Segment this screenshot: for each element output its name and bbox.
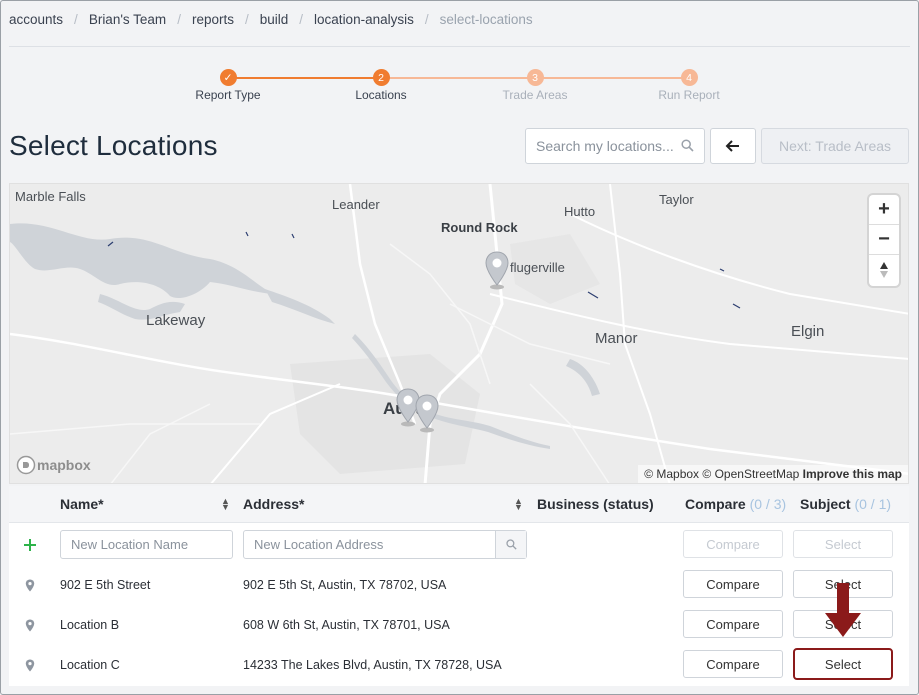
check-icon: ✓ xyxy=(219,69,237,86)
address-placeholder: New Location Address xyxy=(254,537,384,552)
mapbox-logo[interactable]: mapbox xyxy=(16,455,91,475)
breadcrumb-separator: / xyxy=(299,12,304,27)
breadcrumb-separator: / xyxy=(424,12,429,27)
step-label: Locations xyxy=(355,88,407,102)
step-report-type[interactable]: ✓ Report Type xyxy=(168,69,288,102)
step-label: Run Report xyxy=(658,88,720,102)
search-icon[interactable] xyxy=(681,139,694,157)
step-trade-areas: 3 Trade Areas xyxy=(475,69,595,102)
location-name: Location B xyxy=(60,618,120,632)
mapbox-logo-text: mapbox xyxy=(37,457,91,473)
location-address: 902 E 5th St, Austin, TX 78702, USA xyxy=(243,578,447,592)
table-row: Location B 608 W 6th St, Austin, TX 7870… xyxy=(9,605,909,645)
header-divider xyxy=(9,46,910,47)
compare-button[interactable]: Compare xyxy=(683,570,783,598)
column-header-business: Business (status) xyxy=(537,496,654,512)
step-run-report: 4 Run Report xyxy=(629,69,749,102)
compass-icon[interactable] xyxy=(869,255,899,285)
page-title: Select Locations xyxy=(9,130,218,161)
sort-icon[interactable]: ▲ ▼ xyxy=(221,497,230,512)
attribution-mapbox[interactable]: © Mapbox xyxy=(644,467,699,481)
sort-icon[interactable]: ▲ ▼ xyxy=(514,497,523,512)
map-pin-icon[interactable] xyxy=(484,250,510,290)
breadcrumb-build[interactable]: build xyxy=(260,12,289,27)
breadcrumb-accounts[interactable]: accounts xyxy=(9,12,63,27)
column-header-name[interactable]: Name* xyxy=(60,496,104,512)
zoom-in-button[interactable]: + xyxy=(869,195,899,225)
location-pin-icon xyxy=(25,645,35,685)
annotation-arrow-icon xyxy=(825,583,861,637)
step-number: 2 xyxy=(372,69,390,86)
map-label-hutto: Hutto xyxy=(564,204,596,219)
map-label-lakeway: Lakeway xyxy=(146,312,206,329)
attribution-osm[interactable]: © OpenStreetMap xyxy=(702,467,799,481)
locations-table: Name* ▲ ▼ Address* ▲ ▼ Business (status) C… xyxy=(9,486,909,686)
breadcrumb-separator: / xyxy=(74,12,78,27)
zoom-out-button[interactable]: − xyxy=(869,225,899,255)
breadcrumb-separator: / xyxy=(177,12,181,27)
select-button-highlighted[interactable]: Select xyxy=(793,648,893,680)
search-input[interactable] xyxy=(526,129,676,163)
map-label-marble-falls: Marble Falls xyxy=(15,189,86,204)
compare-button[interactable]: Compare xyxy=(683,610,783,638)
breadcrumb-reports[interactable]: reports xyxy=(192,12,234,27)
compare-button-disabled[interactable]: Compare xyxy=(683,530,783,558)
new-location-row: New Location Name New Location Address C… xyxy=(9,525,909,565)
column-header-compare: Compare (0 / 3) xyxy=(685,496,786,512)
search-icon[interactable] xyxy=(495,531,526,558)
map-zoom-controls: + − xyxy=(869,195,899,286)
map-label-leander: Leander xyxy=(332,197,380,212)
map-label-round-rock: Round Rock xyxy=(441,220,518,235)
step-number: 3 xyxy=(526,69,544,86)
map-label-elgin: Elgin xyxy=(791,323,825,340)
map-view[interactable]: Marble Falls Leander Taylor Round Rock H… xyxy=(9,183,909,484)
breadcrumb-current: select-locations xyxy=(439,12,533,27)
map-pin-icon[interactable] xyxy=(414,393,440,433)
location-name: Location C xyxy=(60,658,120,672)
breadcrumb: accounts / Brian's Team / reports / buil… xyxy=(9,12,533,27)
add-icon[interactable] xyxy=(23,525,37,565)
back-button[interactable] xyxy=(710,128,756,164)
improve-map-link[interactable]: Improve this map xyxy=(803,467,902,481)
wizard-stepper: ✓ Report Type 2 Locations 3 Trade Areas … xyxy=(0,66,919,106)
new-location-name-input[interactable]: New Location Name xyxy=(60,530,233,559)
breadcrumb-team[interactable]: Brian's Team xyxy=(89,12,166,27)
location-pin-icon xyxy=(25,565,35,605)
subject-count: (0 / 1) xyxy=(854,496,892,512)
map-attribution: © Mapbox © OpenStreetMap Improve this ma… xyxy=(638,465,908,483)
select-button-disabled[interactable]: Select xyxy=(793,530,893,558)
step-label: Trade Areas xyxy=(502,88,568,102)
step-label: Report Type xyxy=(195,88,261,102)
new-location-address-input[interactable]: New Location Address xyxy=(243,530,527,559)
location-address: 608 W 6th St, Austin, TX 78701, USA xyxy=(243,618,450,632)
table-header: Name* ▲ ▼ Address* ▲ ▼ Business (status) C… xyxy=(9,486,909,523)
location-name: 902 E 5th Street xyxy=(60,578,151,592)
table-row: 902 E 5th Street 902 E 5th St, Austin, T… xyxy=(9,565,909,605)
step-locations[interactable]: 2 Locations xyxy=(321,69,441,102)
table-row: Location C 14233 The Lakes Blvd, Austin,… xyxy=(9,645,909,685)
location-search xyxy=(525,128,705,164)
map-label-taylor: Taylor xyxy=(659,192,694,207)
compare-count: (0 / 3) xyxy=(749,496,787,512)
subject-header-label: Subject xyxy=(800,496,851,512)
column-header-address[interactable]: Address* xyxy=(243,496,304,512)
map-label-manor: Manor xyxy=(595,330,638,347)
arrow-left-icon xyxy=(725,140,739,152)
location-pin-icon xyxy=(25,605,35,645)
mapbox-icon xyxy=(16,455,36,475)
step-number: 4 xyxy=(680,69,698,86)
breadcrumb-separator: / xyxy=(244,12,249,27)
column-header-subject: Subject (0 / 1) xyxy=(800,496,891,512)
breadcrumb-location-analysis[interactable]: location-analysis xyxy=(314,12,414,27)
compare-header-label: Compare xyxy=(685,496,746,512)
next-trade-areas-button[interactable]: Next: Trade Areas xyxy=(761,128,909,164)
location-address: 14233 The Lakes Blvd, Austin, TX 78728, … xyxy=(243,658,502,672)
map-label-pflugerville: flugerville xyxy=(510,260,565,275)
compare-button[interactable]: Compare xyxy=(683,650,783,678)
